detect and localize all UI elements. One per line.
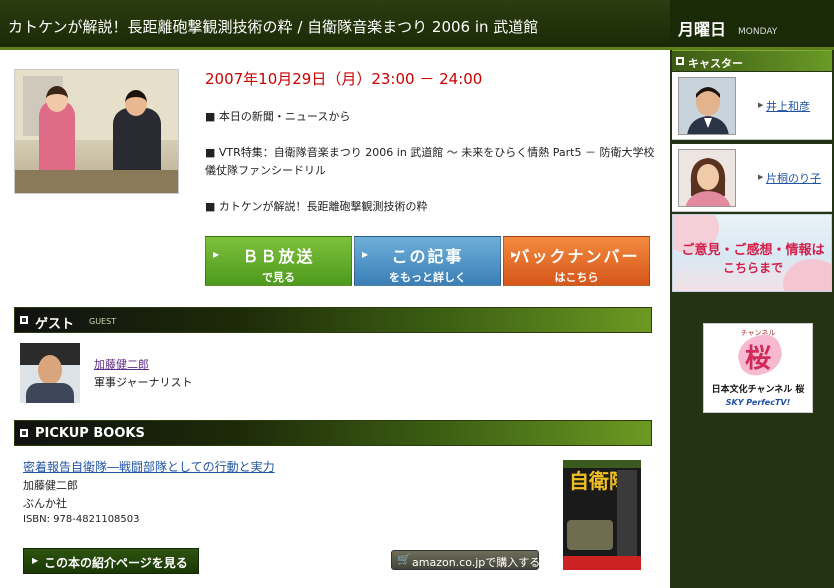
book-isbn: ISBN: 978-4821108503 [23, 514, 140, 525]
episode-item: ■ 本日の新聞・ニュースから [205, 110, 351, 123]
guest-section-header: ゲスト GUEST [14, 307, 652, 333]
bb-broadcast-button[interactable]: ▶ ＢＢ放送 で見る [205, 236, 352, 286]
caster-name-link[interactable]: 片桐のり子 [766, 170, 821, 186]
day-title-en: MONDAY [738, 27, 778, 37]
studio-photo [14, 69, 179, 194]
caster-photo [678, 149, 736, 207]
guest-role: 軍事ジャーナリスト [94, 376, 193, 389]
books-section-header: PICKUP BOOKS [14, 420, 652, 446]
amazon-buy-button[interactable]: 🛒 amazon.co.jpで購入する [391, 550, 540, 570]
caster-name-link[interactable]: 井上和彦 [766, 98, 810, 114]
day-header: 月曜日 MONDAY [670, 0, 834, 50]
arrow-right-icon: ▶ [511, 250, 518, 259]
episode-item: ■ カトケンが解説！長距離砲撃観測技術の粋 [205, 200, 428, 213]
sidebar: 月曜日 MONDAY キャスター ▶ 井上和彦 ▶ 片桐のり子 ご意見・ご感想・… [670, 0, 834, 588]
guest-photo [20, 343, 80, 403]
channel-sakura-logo[interactable]: チャンネル 桜 日本文化チャンネル 桜 SKY PerfecTV! [703, 323, 813, 413]
episode-item: ■ VTR特集：自衛隊音楽まつり 2006 in 武道館 ～ 未来をひらく情熱 … [205, 146, 655, 177]
arrow-right-icon: ▶ [32, 556, 39, 565]
book-author: 加藤健二郎 [23, 479, 78, 492]
book-cover-image[interactable]: 自衛隊 [563, 460, 641, 570]
square-bullet-icon [20, 429, 28, 437]
action-buttons: ▶ ＢＢ放送 で見る ▶ この記事 をもっと詳しく ▶ バックナンバー はこちら [205, 236, 651, 286]
page-title: カトケンが解説！長距離砲撃観測技術の粋 / 自衛隊音楽まつり 2006 in 武… [8, 18, 539, 36]
back-number-button[interactable]: ▶ バックナンバー はこちら [503, 236, 650, 286]
page-header: カトケンが解説！長距離砲撃観測技術の粋 / 自衛隊音楽まつり 2006 in 武… [0, 0, 670, 50]
broadcast-datetime: 2007年10月29日（月）23:00 － 24:00 [205, 70, 483, 88]
cart-icon: 🛒 [397, 553, 411, 566]
main-content: 2007年10月29日（月）23:00 － 24:00 ■ 本日の新聞・ニュース… [0, 50, 670, 588]
triangle-bullet-icon: ▶ [758, 101, 764, 109]
caster-section-header: キャスター [672, 50, 832, 71]
arrow-right-icon: ▶ [213, 250, 220, 259]
book-intro-button[interactable]: ▶ この本の紹介ページを見る [23, 548, 199, 574]
square-bullet-icon [20, 316, 28, 324]
triangle-bullet-icon: ▶ [758, 173, 764, 181]
square-bullet-icon [676, 57, 684, 65]
book-title-link[interactable]: 密着報告自衛隊―戦闘部隊としての行動と実力 [23, 458, 275, 475]
guest-name-link[interactable]: 加藤健二郎 [94, 356, 149, 372]
arrow-right-icon: ▶ [362, 250, 369, 259]
book-publisher: ぶんか社 [23, 497, 67, 510]
caster-item: ▶ 井上和彦 [672, 72, 832, 140]
caster-item: ▶ 片桐のり子 [672, 144, 832, 212]
article-details-button[interactable]: ▶ この記事 をもっと詳しく [354, 236, 501, 286]
feedback-banner[interactable]: ご意見・ご感想・情報は こちらまで [672, 214, 832, 292]
caster-photo [678, 77, 736, 135]
episode-items: ■ 本日の新聞・ニュースから ■ VTR特集：自衛隊音楽まつり 2006 in … [205, 108, 655, 234]
day-title: 月曜日 [678, 20, 727, 39]
